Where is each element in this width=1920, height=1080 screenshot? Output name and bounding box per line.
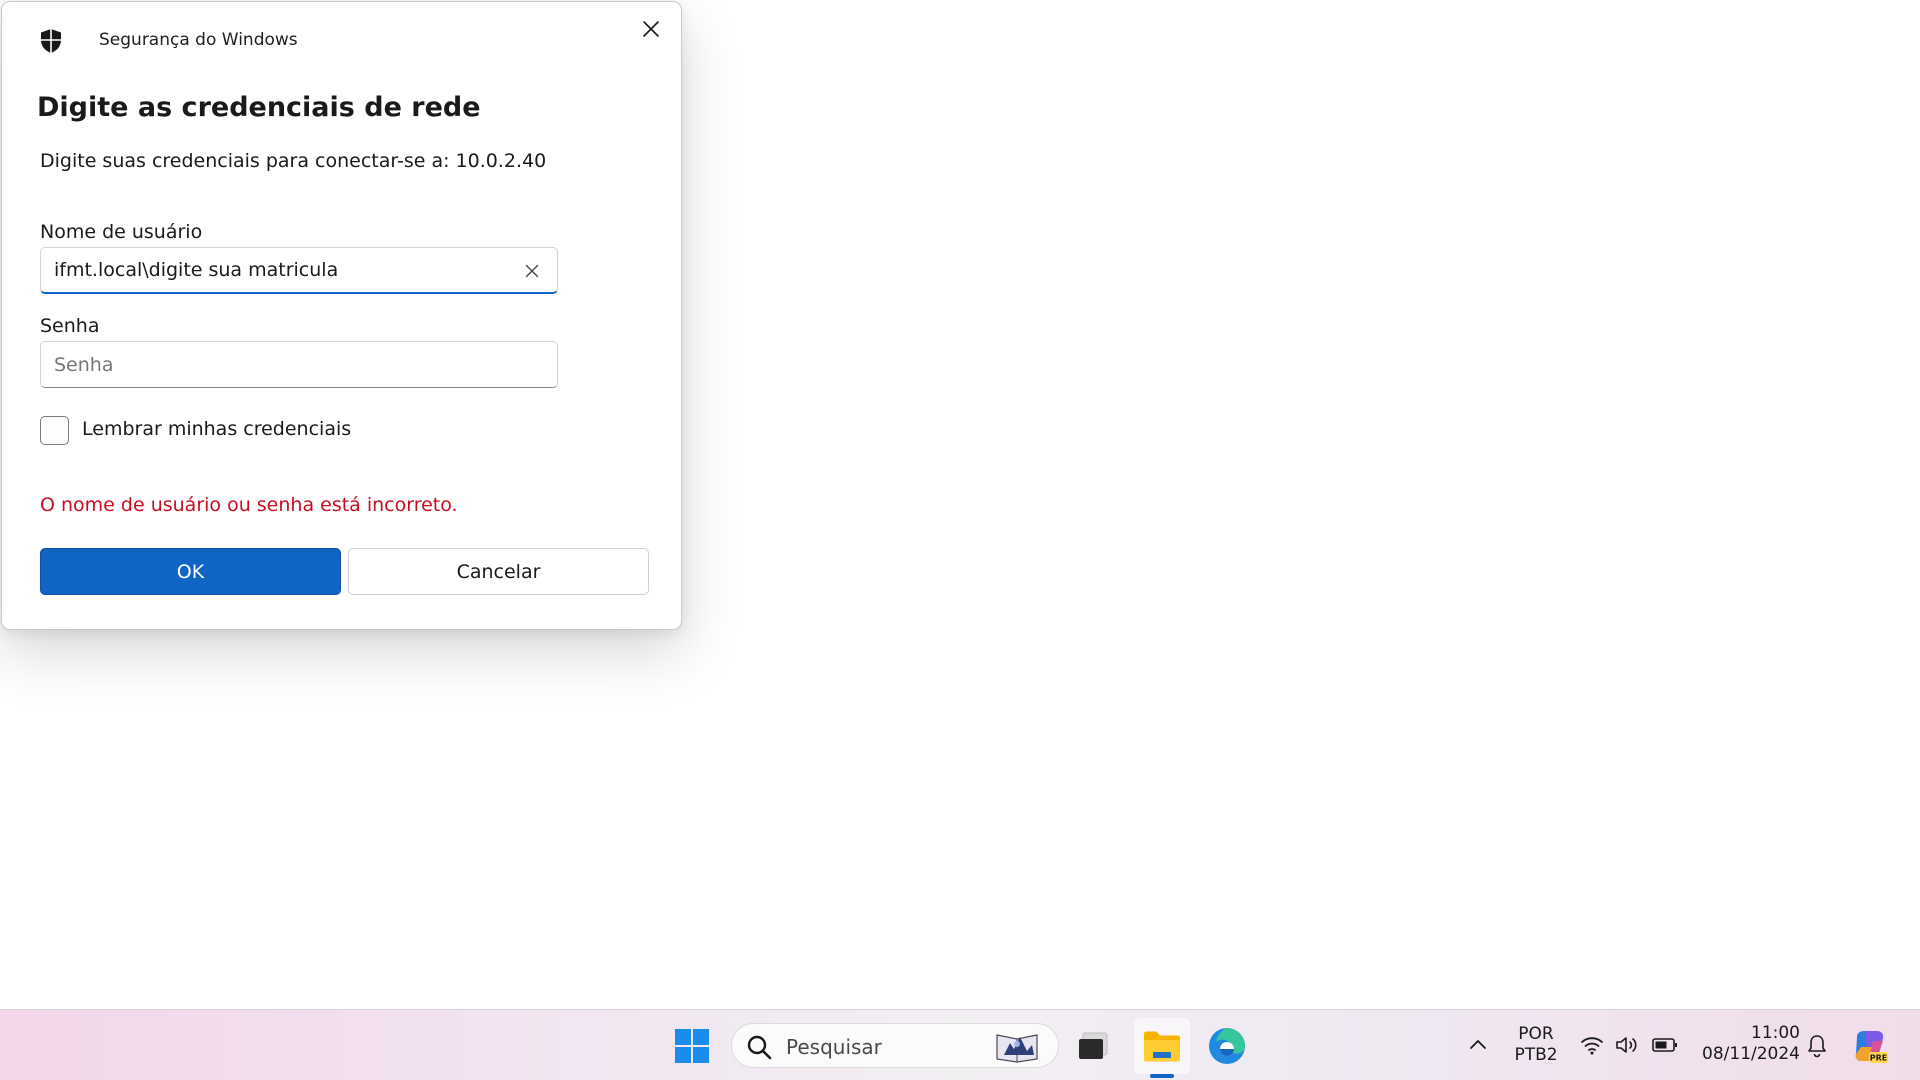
start-button[interactable]	[670, 1026, 714, 1066]
search-highlight-image-icon	[996, 1034, 1038, 1063]
speaker-icon	[1616, 1037, 1637, 1053]
username-label: Nome de usuário	[40, 221, 203, 243]
username-input[interactable]	[40, 247, 558, 294]
clear-username-button[interactable]	[517, 257, 547, 285]
edge-browser-icon	[1209, 1028, 1245, 1064]
taskbar-app-file-explorer[interactable]	[1134, 1018, 1190, 1074]
password-input[interactable]	[40, 341, 558, 388]
bell-icon	[1808, 1035, 1826, 1058]
clock-time: 11:00	[1751, 1023, 1800, 1043]
copilot-button[interactable]: PRE	[1850, 1026, 1890, 1066]
search-placeholder: Pesquisar	[786, 1035, 882, 1059]
battery-status[interactable]	[1650, 1032, 1680, 1058]
app-window-icon	[1079, 1032, 1108, 1059]
system-clock[interactable]: 11:00 08/11/2024	[1692, 1023, 1800, 1065]
taskbar-search[interactable]: Pesquisar	[731, 1023, 1059, 1068]
cancel-button[interactable]: Cancelar	[348, 548, 649, 595]
running-app-indicator	[1150, 1074, 1174, 1078]
chevron-up-icon	[1470, 1040, 1486, 1049]
credentials-dialog: Segurança do Windows Digite as credencia…	[1, 1, 682, 630]
remember-credentials-label[interactable]: Lembrar minhas credenciais	[82, 418, 351, 440]
windows-logo-icon	[675, 1029, 709, 1063]
shield-icon	[41, 29, 61, 53]
error-message: O nome de usuário ou senha está incorret…	[40, 494, 458, 516]
copilot-badge: PRE	[1870, 1054, 1888, 1063]
battery-icon	[1652, 1038, 1677, 1052]
dialog-subtitle: Digite suas credenciais para conectar-se…	[40, 150, 547, 172]
input-language-indicator[interactable]: POR PTB2	[1508, 1024, 1564, 1066]
close-icon	[525, 264, 539, 278]
notifications-button[interactable]	[1804, 1032, 1830, 1060]
volume-control[interactable]	[1614, 1032, 1642, 1058]
close-button[interactable]	[629, 14, 673, 44]
search-icon	[747, 1035, 772, 1060]
dialog-heading: Digite as credenciais de rede	[37, 92, 481, 123]
remember-credentials-checkbox[interactable]	[40, 416, 69, 445]
show-hidden-icons-button[interactable]	[1466, 1032, 1490, 1056]
taskbar-app-task-view[interactable]	[1070, 1023, 1116, 1069]
language-code: POR	[1518, 1024, 1554, 1044]
window-title: Segurança do Windows	[99, 30, 298, 50]
taskbar: Pesquisar POR PTB2 11:00 08/11/2024 PRE	[0, 1009, 1920, 1080]
taskbar-app-edge[interactable]	[1203, 1022, 1251, 1070]
keyboard-layout: PTB2	[1514, 1045, 1558, 1065]
close-icon	[643, 21, 659, 37]
dialog-titlebar[interactable]: Segurança do Windows	[2, 2, 681, 74]
folder-icon	[1144, 1031, 1180, 1062]
ok-button[interactable]: OK	[40, 548, 341, 595]
wifi-status[interactable]	[1578, 1032, 1606, 1058]
copilot-icon: PRE	[1855, 1031, 1888, 1063]
wifi-icon	[1581, 1037, 1603, 1055]
clock-date: 08/11/2024	[1702, 1044, 1800, 1064]
password-label: Senha	[40, 315, 100, 337]
